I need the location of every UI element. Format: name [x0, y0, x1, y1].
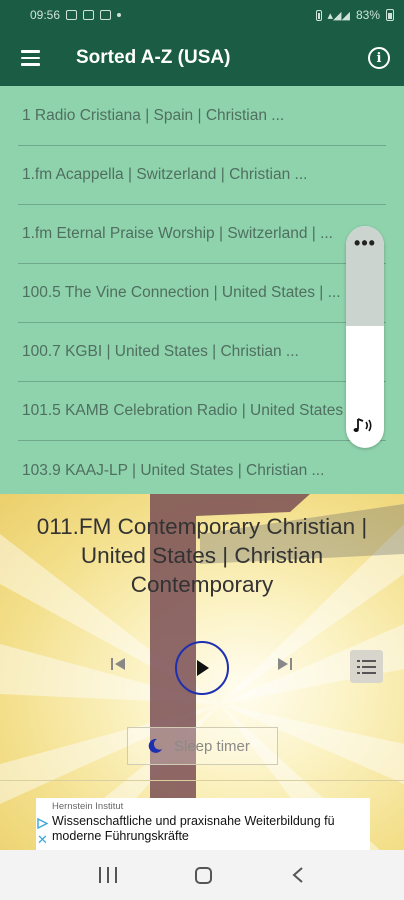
- app-bar: Sorted A-Z (USA) i: [0, 30, 404, 86]
- station-list[interactable]: 1 Radio Cristiana | Spain | Christian ..…: [0, 86, 404, 494]
- ad-text[interactable]: Wissenschaftliche und praxisnahe Weiterb…: [52, 814, 368, 844]
- skip-next-icon[interactable]: [273, 652, 297, 676]
- sleep-timer-button[interactable]: Sleep timer: [127, 727, 278, 765]
- ad-close-icon[interactable]: ✕: [37, 833, 48, 846]
- ad-choices-icon[interactable]: [37, 818, 48, 829]
- skip-previous-icon[interactable]: [106, 652, 130, 676]
- ad-sponsor: Hernstein Institut: [52, 801, 124, 812]
- status-bar: 09:56 ▴◢◢ 83%: [0, 0, 404, 30]
- play-button[interactable]: [175, 641, 229, 695]
- volume-panel[interactable]: •••: [346, 226, 384, 448]
- station-list-item[interactable]: 103.9 KAAJ-LP | United States | Christia…: [18, 441, 386, 494]
- vibrate-icon: [315, 9, 322, 21]
- station-list-item[interactable]: 1.fm Acappella | Switzerland | Christian…: [18, 146, 386, 205]
- ad-banner[interactable]: ✕ Hernstein Institut Wissenschaftliche u…: [36, 798, 370, 850]
- more-horizontal-icon[interactable]: •••: [346, 234, 384, 252]
- mail-icon: [83, 10, 95, 20]
- music-volume-icon[interactable]: [353, 416, 377, 436]
- player-panel: 011.FM Contemporary Christian | United S…: [0, 494, 404, 850]
- status-time: 09:56: [30, 8, 61, 22]
- queue-list-icon: [356, 659, 376, 674]
- battery-percent: 83%: [355, 8, 380, 22]
- info-icon[interactable]: i: [368, 47, 390, 69]
- station-list-item[interactable]: 100.7 KGBI | United States | Christian .…: [18, 323, 386, 382]
- more-notifications-dot-icon: [117, 13, 122, 17]
- signal-icons: ▴◢◢: [327, 9, 350, 22]
- sleep-timer-label: Sleep timer: [174, 737, 250, 755]
- back-icon[interactable]: [291, 866, 305, 884]
- page-title: Sorted A-Z (USA): [76, 47, 231, 68]
- now-playing-title: 011.FM Contemporary Christian | United S…: [36, 514, 368, 597]
- recents-icon[interactable]: [99, 867, 118, 883]
- notification-icon: [66, 10, 78, 20]
- app-notification-icon: [100, 10, 112, 20]
- system-nav-bar: [0, 850, 404, 900]
- moon-icon: [148, 738, 162, 753]
- play-icon: [197, 660, 209, 676]
- divider: [0, 780, 404, 781]
- hamburger-menu-icon[interactable]: [0, 30, 60, 86]
- station-list-item[interactable]: 100.5 The Vine Connection | United State…: [18, 264, 386, 323]
- station-list-item[interactable]: 1 Radio Cristiana | Spain | Christian ..…: [18, 87, 386, 146]
- battery-icon: [386, 9, 394, 21]
- queue-list-button[interactable]: [350, 650, 383, 683]
- home-icon[interactable]: [195, 866, 213, 884]
- station-list-item[interactable]: 101.5 KAMB Celebration Radio | United St…: [18, 382, 386, 441]
- station-list-item[interactable]: 1.fm Eternal Praise Worship | Switzerlan…: [18, 205, 386, 264]
